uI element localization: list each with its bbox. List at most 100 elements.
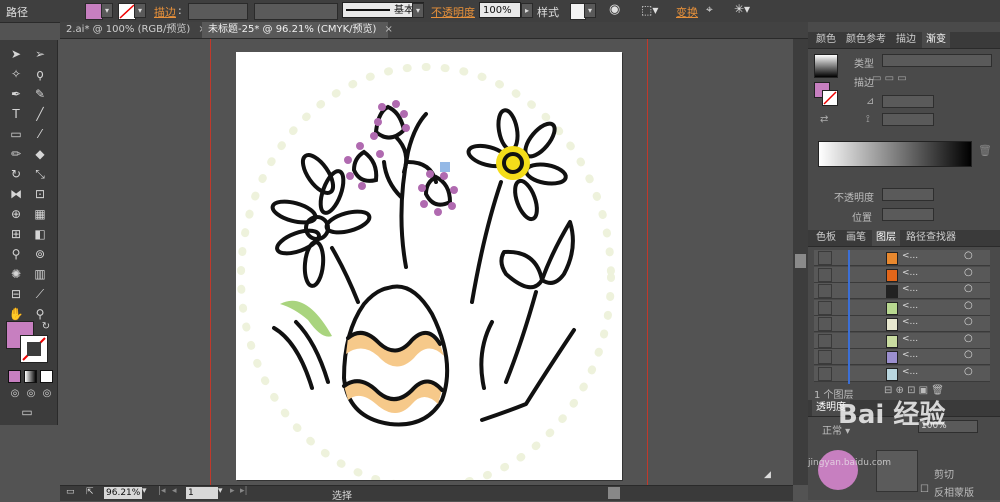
width-tool-icon[interactable]: ⧓ [7, 186, 25, 202]
prev-page-icon[interactable]: ◂ [172, 486, 177, 496]
line-tool-icon[interactable]: ╱ [31, 106, 49, 122]
scroll-thumb[interactable] [795, 254, 806, 268]
magic-wand-icon[interactable]: ✧ [7, 66, 25, 82]
layer-row[interactable]: <... ○ [814, 266, 990, 283]
screen-mode-icon[interactable]: ▭ [18, 404, 36, 420]
pen-tool-icon[interactable]: ✒ [7, 86, 25, 102]
visibility-toggle[interactable] [818, 300, 832, 315]
color-mode-icon[interactable] [8, 370, 21, 383]
layer-row[interactable]: <... ○ [814, 365, 990, 382]
layer-row[interactable]: <... ○ [814, 332, 990, 349]
target-icon[interactable]: ○ [964, 366, 973, 377]
opacity-field[interactable]: 100% [479, 2, 521, 18]
swap-colors-icon[interactable]: ↻ [37, 319, 55, 335]
tab-document-2[interactable]: 未标题-25* @ 96.21% (CMYK/预览) × [202, 22, 393, 38]
variable-width-field[interactable] [254, 3, 338, 20]
opacity-arrow[interactable]: ▸ [521, 3, 533, 18]
layer-row[interactable]: <... ○ [814, 283, 990, 299]
zoom-menu-icon[interactable]: ▭ [66, 487, 75, 497]
rotate-tool-icon[interactable]: ↻ [7, 166, 25, 182]
stroke-mode-icons[interactable]: ▭ ▭ ▭ [872, 73, 907, 84]
symbol-sprayer-icon[interactable]: ✺ [7, 266, 25, 282]
target-icon[interactable]: ○ [964, 300, 973, 311]
draw-inside-icon[interactable]: ◎ [38, 386, 56, 402]
gradient-location-field[interactable] [882, 208, 934, 221]
target-icon[interactable]: ○ [964, 250, 973, 261]
page-field[interactable]: 1 [186, 487, 218, 499]
align-icon[interactable]: ⬚▾ [641, 3, 658, 17]
zoom-field[interactable]: 96.21% [104, 487, 142, 499]
lasso-icon[interactable]: ϙ [31, 66, 49, 82]
gradient-slider[interactable] [818, 141, 972, 167]
next-page-icon[interactable]: ▸ [230, 486, 235, 496]
mesh-tool-icon[interactable]: ⊞ [7, 226, 25, 242]
rectangle-tool-icon[interactable]: ▭ [7, 126, 25, 142]
recolor-icon[interactable]: ◉ [609, 2, 620, 17]
artboard-nav-icon[interactable]: ⇱ [86, 487, 94, 497]
gradient-opacity-field[interactable] [882, 188, 934, 201]
visibility-toggle[interactable] [818, 333, 832, 348]
target-icon[interactable]: ○ [964, 316, 973, 327]
graph-tool-icon[interactable]: ▥ [31, 266, 49, 282]
artboard-tool-icon[interactable]: ⊟ [7, 286, 25, 302]
visibility-toggle[interactable] [818, 267, 832, 282]
gradient-stroke-swatch[interactable] [822, 90, 838, 106]
type-tool-icon[interactable]: T [7, 106, 25, 122]
paintbrush-icon[interactable]: ⁄ [31, 126, 49, 142]
visibility-toggle[interactable] [818, 251, 832, 265]
visibility-toggle[interactable] [818, 366, 832, 381]
free-transform-icon[interactable]: ⊡ [31, 186, 49, 202]
tab-color-guide[interactable]: 颜色参考 [842, 32, 890, 48]
layer-row[interactable]: <... ○ [814, 299, 990, 316]
fill-dropdown[interactable]: ▾ [101, 3, 113, 18]
tab-color[interactable]: 颜色 [812, 32, 840, 48]
selection-tool-icon[interactable]: ➤ [7, 46, 25, 62]
reverse-gradient-icon[interactable]: ⇄ [820, 114, 828, 125]
first-page-icon[interactable]: |◂ [158, 486, 166, 496]
gradient-mode-icon[interactable] [24, 370, 37, 383]
none-mode-icon[interactable] [40, 370, 53, 383]
target-icon[interactable]: ○ [964, 267, 973, 278]
tab-swatches[interactable]: 色板 [812, 230, 840, 246]
visibility-toggle[interactable] [818, 284, 832, 298]
target-icon[interactable]: ○ [964, 333, 973, 344]
style-dropdown[interactable]: ▾ [584, 3, 596, 18]
gradient-angle-field[interactable] [882, 95, 934, 108]
slice-tool-icon[interactable]: ⟋ [31, 286, 49, 302]
close-icon[interactable]: × [384, 24, 392, 35]
isolate-icon[interactable]: ⌖ [706, 2, 713, 17]
shape-builder-icon[interactable]: ⊕ [7, 206, 25, 222]
transform-label[interactable]: 变换 [676, 4, 698, 20]
hand-tool-icon[interactable]: ✋ [7, 306, 25, 322]
eraser-tool-icon[interactable]: ◆ [31, 146, 49, 162]
brush-dropdown[interactable]: ▾ [412, 3, 424, 18]
tab-gradient[interactable]: 渐变 [922, 32, 950, 48]
gradient-tool-icon[interactable]: ◧ [31, 226, 49, 242]
opacity-label[interactable]: 不透明度 [431, 4, 475, 20]
page-dropdown-icon[interactable]: ▾ [218, 486, 223, 496]
tab-document-1[interactable]: 2.ai* @ 100% (RGB/预览)× [60, 22, 207, 38]
last-page-icon[interactable]: ▸| [240, 486, 248, 496]
mask-thumbnail[interactable] [876, 450, 918, 492]
scale-tool-icon[interactable]: ⤡ [31, 166, 49, 182]
stroke-dropdown[interactable]: ▾ [134, 3, 146, 18]
target-icon[interactable]: ○ [964, 283, 973, 294]
artboard[interactable] [236, 52, 622, 491]
invert-mask-checkbox[interactable]: ☐ [920, 484, 929, 495]
direct-selection-tool-icon[interactable]: ➢ [31, 46, 49, 62]
target-icon[interactable]: ○ [964, 349, 973, 360]
gradient-aspect-field[interactable] [882, 113, 934, 126]
perspective-grid-icon[interactable]: ▦ [31, 206, 49, 222]
tab-stroke[interactable]: 描边 [892, 32, 920, 48]
tab-brushes[interactable]: 画笔 [842, 230, 870, 246]
stroke-color-box[interactable] [20, 335, 48, 363]
gradient-preview[interactable] [814, 54, 838, 78]
stroke-weight-field[interactable] [188, 3, 248, 20]
pencil-tool-icon[interactable]: ✏ [7, 146, 25, 162]
h-scroll-thumb[interactable] [608, 487, 620, 499]
gradient-type-select[interactable] [882, 54, 992, 67]
visibility-toggle[interactable] [818, 350, 832, 364]
layer-row[interactable]: <... ○ [814, 250, 990, 266]
visibility-toggle[interactable] [818, 317, 832, 331]
blend-tool-icon[interactable]: ⊚ [31, 246, 49, 262]
